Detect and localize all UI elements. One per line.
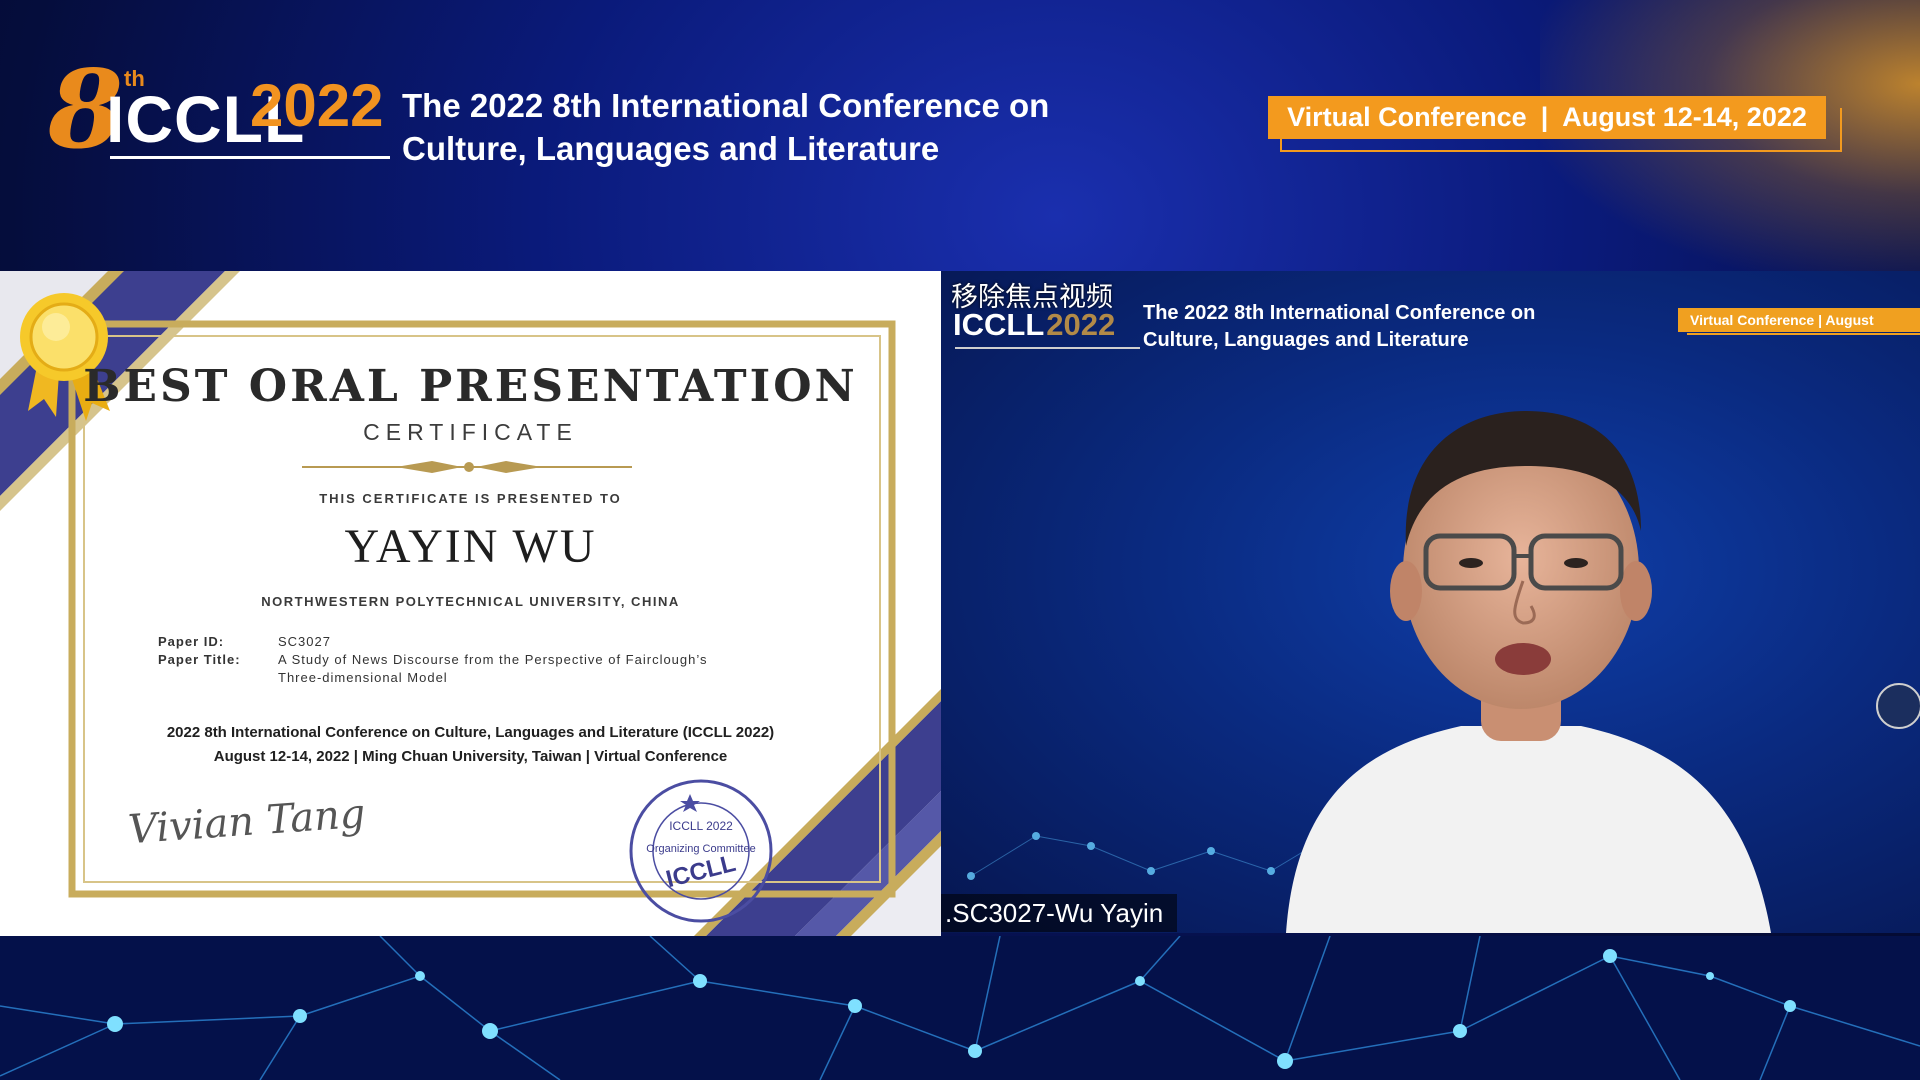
stamp-year: ICCLL 2022: [669, 819, 733, 833]
virtual-label: Virtual Conference: [1287, 102, 1527, 132]
video-logo: ICCLL2022: [953, 307, 1115, 343]
video-virtual-banner-line: [1687, 333, 1920, 335]
person-eye-left: [1459, 558, 1483, 568]
conference-dates: August 12-14, 2022: [1562, 102, 1807, 132]
video-logo-underline: [955, 347, 1140, 349]
participant-name-label: .SC3027-Wu Yayin: [941, 894, 1178, 932]
certificate-title: BEST ORAL PRESENTATION: [83, 361, 858, 412]
certificate-subtitle: CERTIFICATE: [363, 419, 578, 445]
paper-title-label: Paper Title:: [158, 652, 241, 667]
certificate-content: BEST ORAL PRESENTATION CERTIFICATE THIS …: [0, 271, 941, 936]
conference-header: 8 th ICCLL 2022 The 2022 8th Internation…: [0, 0, 1920, 270]
venue-line: August 12-14, 2022 | Ming Chuan Universi…: [213, 748, 728, 765]
conference-line: 2022 8th International Conference on Cul…: [166, 724, 775, 741]
presented-to-text: THIS CERTIFICATE IS PRESENTED TO: [319, 491, 622, 506]
corner-logo: [1876, 683, 1920, 729]
participant-video[interactable]: 移除焦点视频 ICCLL2022 The 2022 8th Internatio…: [941, 271, 1920, 933]
banner-separator: |: [1540, 102, 1549, 132]
video-background: [967, 411, 1920, 933]
video-title-line2: Culture, Languages and Literature: [1143, 329, 1469, 351]
conference-title-line2: Culture, Languages and Literature: [402, 130, 940, 167]
conference-logo: 8 th ICCLL 2022: [48, 56, 393, 164]
video-conference-title: The 2022 8th International Conference on…: [1143, 300, 1535, 354]
video-logo-acronym: ICCLL: [953, 307, 1045, 342]
network-background: [0, 936, 1920, 1080]
conference-title-line1: The 2022 8th International Conference on: [402, 87, 1050, 124]
video-title-line1: The 2022 8th International Conference on: [1143, 302, 1536, 324]
paper-title-line2: Three-dimensional Model: [278, 670, 448, 685]
person-eye-right: [1564, 558, 1588, 568]
paper-title-value: A Study of News Discourse from the Persp…: [278, 651, 798, 687]
paper-id-label: Paper ID:: [158, 634, 225, 649]
person-ear-right: [1620, 561, 1652, 621]
organizing-committee-stamp: ICCLL 2022 Organizing Committee ICCLL: [628, 778, 774, 924]
video-virtual-banner: Virtual Conference | August: [1678, 308, 1920, 332]
recipient-affiliation: NORTHWESTERN POLYTECHNICAL UNIVERSITY, C…: [261, 594, 680, 609]
video-logo-year: 2022: [1046, 307, 1116, 342]
paper-title-line1: A Study of News Discourse from the Persp…: [278, 652, 708, 667]
network-bg-fill: [0, 936, 1920, 1080]
paper-details: Paper ID: SC3027 Paper Title: A Study of…: [158, 633, 798, 687]
paper-id-value: SC3027: [278, 634, 331, 649]
conference-title: The 2022 8th International Conference on…: [402, 84, 1122, 170]
person-mouth: [1495, 643, 1551, 675]
person-ear-left: [1390, 561, 1422, 621]
certificate-panel: BEST ORAL PRESENTATION CERTIFICATE THIS …: [0, 271, 941, 936]
recipient-name: YAYIN WU: [344, 520, 597, 573]
paper-id-row: Paper ID: SC3027: [158, 633, 798, 651]
logo-year: 2022: [250, 72, 384, 139]
person-shirt: [1286, 726, 1771, 933]
paper-title-row: Paper Title: A Study of News Discourse f…: [158, 651, 798, 687]
virtual-conference-banner: Virtual Conference | August 12-14, 2022: [1268, 96, 1826, 139]
logo-underline: [110, 156, 390, 159]
signature: Vivian Tang: [126, 790, 367, 854]
